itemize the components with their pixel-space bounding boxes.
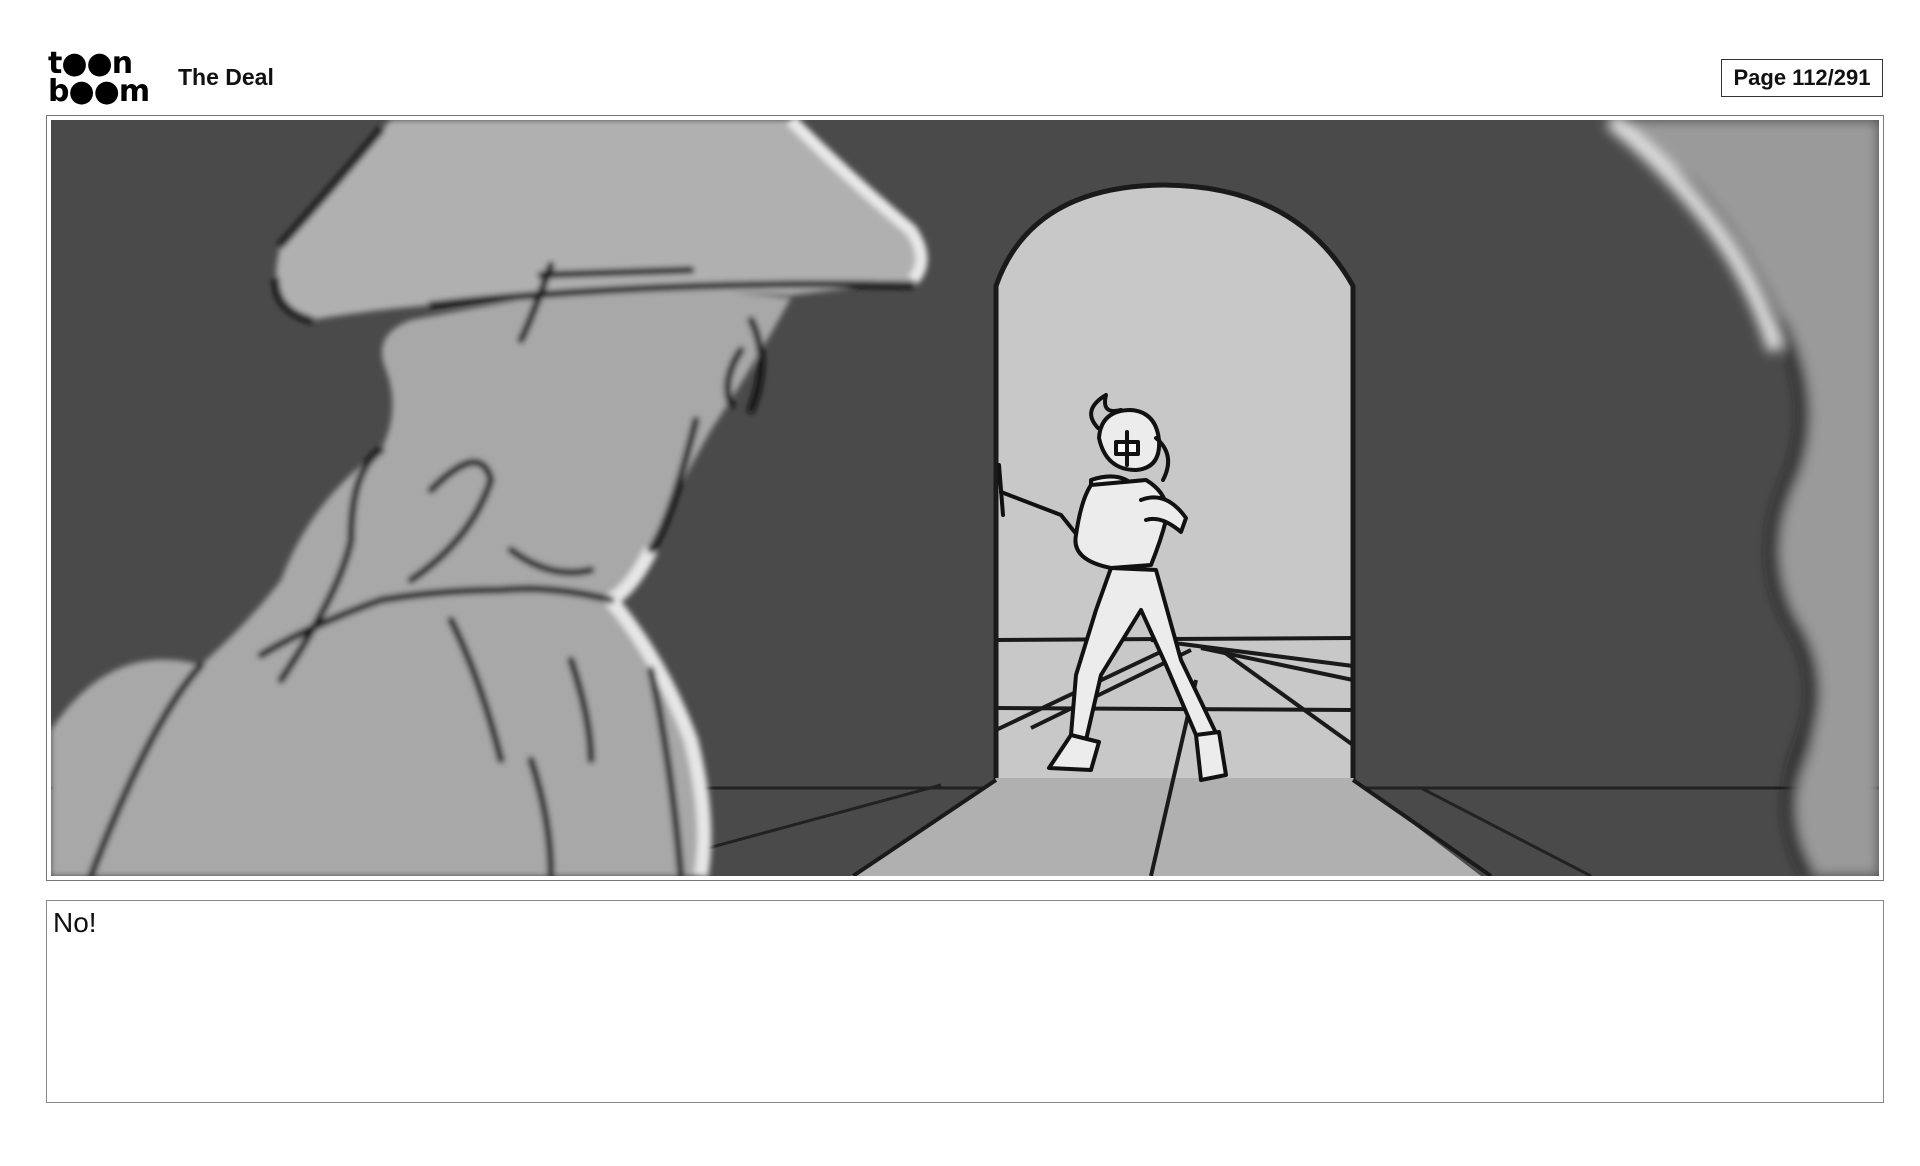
storyboard-panel — [46, 115, 1884, 881]
logo-text-bottom: b●●m — [48, 74, 150, 109]
doorway — [993, 182, 1356, 791]
toonboom-logo: t●●n b●●m — [48, 49, 158, 109]
page-indicator: Page 112/291 — [1721, 59, 1883, 97]
project-title: The Deal — [178, 64, 274, 90]
dialogue-box: No! — [46, 900, 1884, 1103]
dialogue-text: No! — [53, 907, 97, 938]
panel-drawing — [51, 120, 1879, 876]
